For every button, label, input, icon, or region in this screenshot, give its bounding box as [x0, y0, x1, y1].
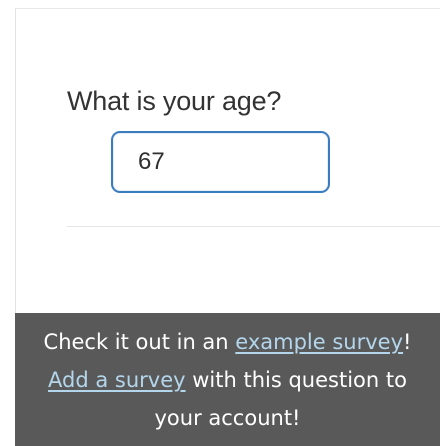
- age-input[interactable]: [111, 131, 330, 193]
- banner-text-exclaim: !: [403, 330, 412, 354]
- question-label: What is your age?: [67, 86, 282, 116]
- banner-text-middle: with this question to: [185, 368, 407, 392]
- banner-text-prefix: Check it out in an: [43, 330, 236, 354]
- banner-line-2: Add a survey with this question to: [15, 361, 440, 399]
- add-survey-link[interactable]: Add a survey: [48, 368, 186, 392]
- example-survey-link[interactable]: example survey: [235, 330, 403, 354]
- page: What is your age? Check it out in an exa…: [0, 0, 440, 446]
- banner-line-3: your account!: [154, 406, 301, 430]
- banner-line-1: Check it out in an example survey!: [15, 323, 440, 361]
- promo-banner: Check it out in an example survey! Add a…: [15, 313, 440, 446]
- divider: [67, 226, 440, 227]
